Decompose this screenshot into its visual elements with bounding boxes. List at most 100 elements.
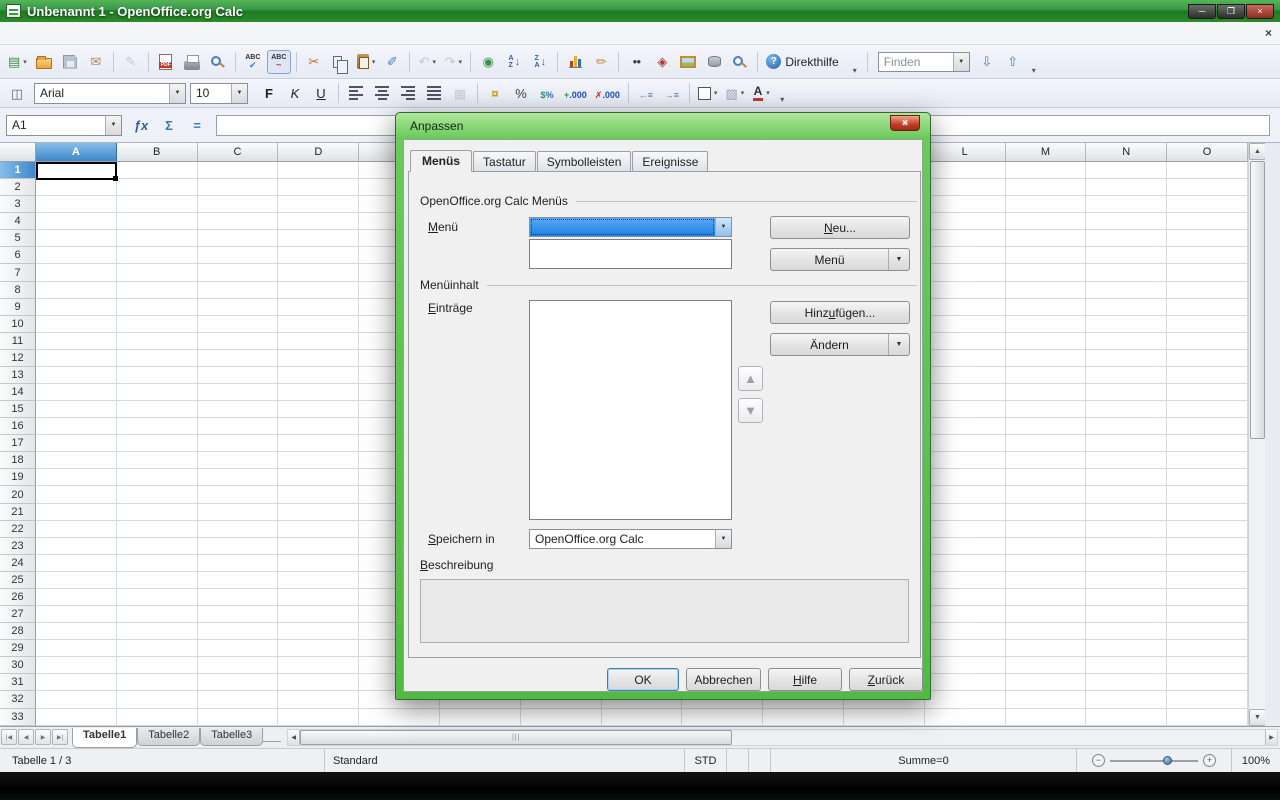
- styles-window-icon[interactable]: ◫: [5, 81, 29, 105]
- last-sheet-icon[interactable]: ▶|: [52, 729, 68, 745]
- scroll-down-icon[interactable]: ▼: [1249, 709, 1266, 726]
- grid-cell-n31[interactable]: [1086, 674, 1167, 691]
- grid-cell-m11[interactable]: [1006, 333, 1087, 350]
- grid-cell-a5[interactable]: [36, 230, 117, 247]
- first-sheet-icon[interactable]: |◀: [1, 729, 17, 745]
- grid-cell-c4[interactable]: [198, 213, 279, 230]
- row-header-22[interactable]: 22: [0, 521, 36, 538]
- grid-cell-n3[interactable]: [1086, 196, 1167, 213]
- scroll-left-icon[interactable]: ◀: [288, 730, 300, 745]
- grid-cell-b4[interactable]: [117, 213, 198, 230]
- grid-cell-d12[interactable]: [278, 350, 359, 367]
- grid-cell-b17[interactable]: [117, 435, 198, 452]
- grid-cell-o22[interactable]: [1167, 521, 1248, 538]
- grid-cell-d8[interactable]: [278, 282, 359, 299]
- find-input-value[interactable]: Finden: [879, 53, 953, 71]
- grid-cell-o16[interactable]: [1167, 418, 1248, 435]
- grid-cell-n30[interactable]: [1086, 657, 1167, 674]
- grid-cell-d9[interactable]: [278, 299, 359, 316]
- ok-button[interactable]: OK: [607, 668, 679, 691]
- grid-cell-o7[interactable]: [1167, 264, 1248, 281]
- grid-cell-a14[interactable]: [36, 384, 117, 401]
- grid-cell-c24[interactable]: [198, 555, 279, 572]
- grid-cell-d27[interactable]: [278, 606, 359, 623]
- number-format-percent-icon[interactable]: %: [509, 81, 533, 105]
- grid-cell-l4[interactable]: [925, 213, 1006, 230]
- grid-cell-e33[interactable]: [359, 709, 440, 726]
- grid-cell-b26[interactable]: [117, 589, 198, 606]
- column-header-d[interactable]: D: [278, 143, 359, 162]
- zoom-in-icon[interactable]: +: [1203, 754, 1216, 767]
- grid-cell-m5[interactable]: [1006, 230, 1087, 247]
- grid-cell-l20[interactable]: [925, 486, 1006, 503]
- grid-cell-d33[interactable]: [278, 709, 359, 726]
- align-left-icon[interactable]: [344, 81, 368, 105]
- zoom-slider-thumb[interactable]: [1163, 756, 1172, 765]
- insert-chart-icon[interactable]: [563, 50, 587, 74]
- find-next-icon[interactable]: ⇩: [975, 50, 999, 74]
- grid-cell-o15[interactable]: [1167, 401, 1248, 418]
- find-replace-icon[interactable]: ●●: [624, 50, 648, 74]
- grid-cell-o12[interactable]: [1167, 350, 1248, 367]
- add-decimal-place-icon[interactable]: +.000: [561, 81, 590, 105]
- grid-cell-o3[interactable]: [1167, 196, 1248, 213]
- print-icon[interactable]: [180, 50, 204, 74]
- menu-combobox[interactable]: ▼: [529, 217, 732, 237]
- grid-cell-n25[interactable]: [1086, 572, 1167, 589]
- row-header-19[interactable]: 19: [0, 469, 36, 486]
- dialog-tab-ereignisse[interactable]: Ereignisse: [632, 151, 708, 172]
- row-header-24[interactable]: 24: [0, 555, 36, 572]
- dropdown-icon[interactable]: ▼: [105, 116, 121, 135]
- grid-cell-c27[interactable]: [198, 606, 279, 623]
- grid-cell-b6[interactable]: [117, 247, 198, 264]
- function-wizard-icon[interactable]: ƒx: [129, 113, 153, 137]
- row-header-17[interactable]: 17: [0, 435, 36, 452]
- grid-cell-c28[interactable]: [198, 623, 279, 640]
- font-size-value[interactable]: 10: [191, 84, 231, 103]
- grid-cell-c19[interactable]: [198, 469, 279, 486]
- grid-cell-a32[interactable]: [36, 691, 117, 708]
- grid-cell-o31[interactable]: [1167, 674, 1248, 691]
- row-header-7[interactable]: 7: [0, 264, 36, 281]
- grid-cell-o23[interactable]: [1167, 538, 1248, 555]
- grid-cell-b15[interactable]: [117, 401, 198, 418]
- grid-cell-a28[interactable]: [36, 623, 117, 640]
- grid-cell-d19[interactable]: [278, 469, 359, 486]
- font-name-value[interactable]: Arial: [35, 84, 169, 103]
- grid-cell-n12[interactable]: [1086, 350, 1167, 367]
- grid-cell-d11[interactable]: [278, 333, 359, 350]
- menu-actions-button[interactable]: Menü ▼: [770, 248, 910, 271]
- grid-cell-l13[interactable]: [925, 367, 1006, 384]
- next-sheet-icon[interactable]: ▶: [35, 729, 51, 745]
- row-header-8[interactable]: 8: [0, 282, 36, 299]
- grid-cell-d32[interactable]: [278, 691, 359, 708]
- grid-cell-b9[interactable]: [117, 299, 198, 316]
- number-format-currency-icon[interactable]: ¤: [483, 81, 507, 105]
- italic-icon[interactable]: K: [283, 81, 307, 105]
- dropdown-icon[interactable]: ▼: [715, 530, 731, 548]
- grid-cell-c32[interactable]: [198, 691, 279, 708]
- row-header-4[interactable]: 4: [0, 213, 36, 230]
- grid-cell-c6[interactable]: [198, 247, 279, 264]
- grid-cell-a18[interactable]: [36, 452, 117, 469]
- row-header-21[interactable]: 21: [0, 504, 36, 521]
- row-header-33[interactable]: 33: [0, 709, 36, 726]
- gallery-icon[interactable]: [676, 50, 700, 74]
- grid-cell-f33[interactable]: [440, 709, 521, 726]
- grid-cell-n32[interactable]: [1086, 691, 1167, 708]
- grid-cell-c18[interactable]: [198, 452, 279, 469]
- grid-cell-g33[interactable]: [521, 709, 602, 726]
- cancel-button[interactable]: Abbrechen: [686, 668, 761, 691]
- grid-cell-c5[interactable]: [198, 230, 279, 247]
- row-header-3[interactable]: 3: [0, 196, 36, 213]
- dropdown-icon[interactable]: ▼: [169, 84, 185, 103]
- grid-cell-n4[interactable]: [1086, 213, 1167, 230]
- grid-cell-o27[interactable]: [1167, 606, 1248, 623]
- find-toolbar-input[interactable]: Finden ▼: [878, 52, 970, 72]
- grid-cell-o24[interactable]: [1167, 555, 1248, 572]
- grid-cell-o11[interactable]: [1167, 333, 1248, 350]
- grid-cell-o32[interactable]: [1167, 691, 1248, 708]
- grid-cell-d2[interactable]: [278, 179, 359, 196]
- spellcheck-icon[interactable]: ABC✔: [241, 50, 265, 74]
- grid-cell-o26[interactable]: [1167, 589, 1248, 606]
